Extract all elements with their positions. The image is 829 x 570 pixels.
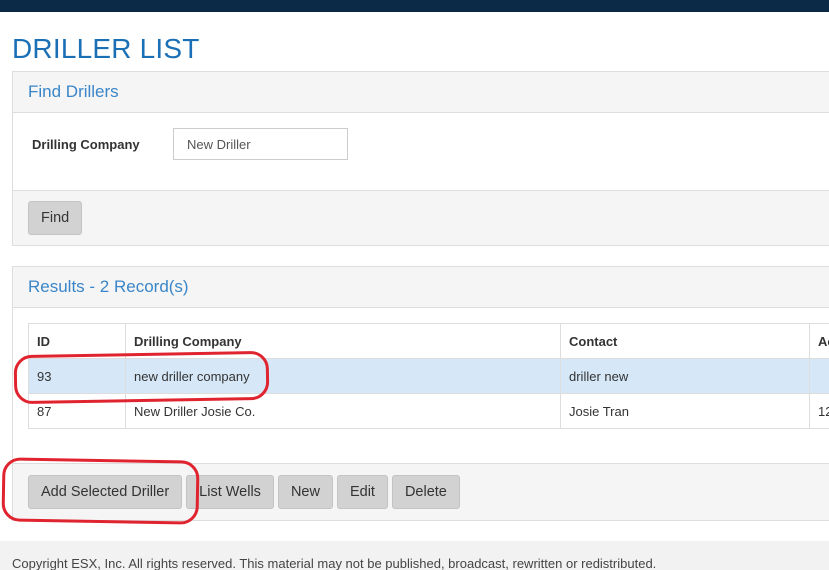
cell-drilling-company: new driller company [125,358,561,394]
cell-id: 87 [28,393,126,429]
results-table: ID Drilling Company Contact Ac 93 new dr… [28,323,829,429]
column-header-drilling-company[interactable]: Drilling Company [125,323,561,359]
cell-drilling-company: New Driller Josie Co. [125,393,561,429]
column-header-id[interactable]: ID [28,323,126,359]
add-selected-driller-button[interactable]: Add Selected Driller [28,475,183,509]
find-panel-heading: Find Drillers [13,72,829,113]
drilling-company-input[interactable] [173,128,348,160]
top-nav-bar [0,0,829,12]
find-button[interactable]: Find [28,201,83,235]
results-panel: Results - 2 Record(s) ID Drilling Compan… [12,266,829,521]
edit-button[interactable]: Edit [336,475,388,509]
cell-id: 93 [28,358,126,394]
delete-button[interactable]: Delete [391,475,460,509]
cell-address: 12 [809,393,829,429]
cell-contact: driller new [560,358,810,394]
results-panel-heading: Results - 2 Record(s) [13,267,829,308]
table-row[interactable]: 93 new driller company driller new [28,358,829,394]
page-footer: Copyright ESX, Inc. All rights reserved.… [0,541,829,570]
copyright-text: Copyright ESX, Inc. All rights reserved.… [12,556,657,570]
results-table-wrapper: ID Drilling Company Contact Ac 93 new dr… [28,323,829,429]
cell-address [809,358,829,394]
table-row[interactable]: 87 New Driller Josie Co. Josie Tran 12 [28,393,829,429]
new-button[interactable]: New [277,475,333,509]
find-drillers-panel: Find Drillers Drilling Company Find [12,71,829,246]
table-header-row: ID Drilling Company Contact Ac [28,323,829,359]
column-header-address[interactable]: Ac [809,323,829,359]
column-header-contact[interactable]: Contact [560,323,810,359]
page-title: DRILLER LIST [12,33,200,64]
results-actions-bar: Add Selected Driller List Wells New Edit… [13,463,829,520]
find-panel-footer: Find [13,190,829,245]
drilling-company-label: Drilling Company [32,137,140,152]
list-wells-button[interactable]: List Wells [186,475,274,509]
cell-contact: Josie Tran [560,393,810,429]
filter-row: Drilling Company [13,113,829,190]
